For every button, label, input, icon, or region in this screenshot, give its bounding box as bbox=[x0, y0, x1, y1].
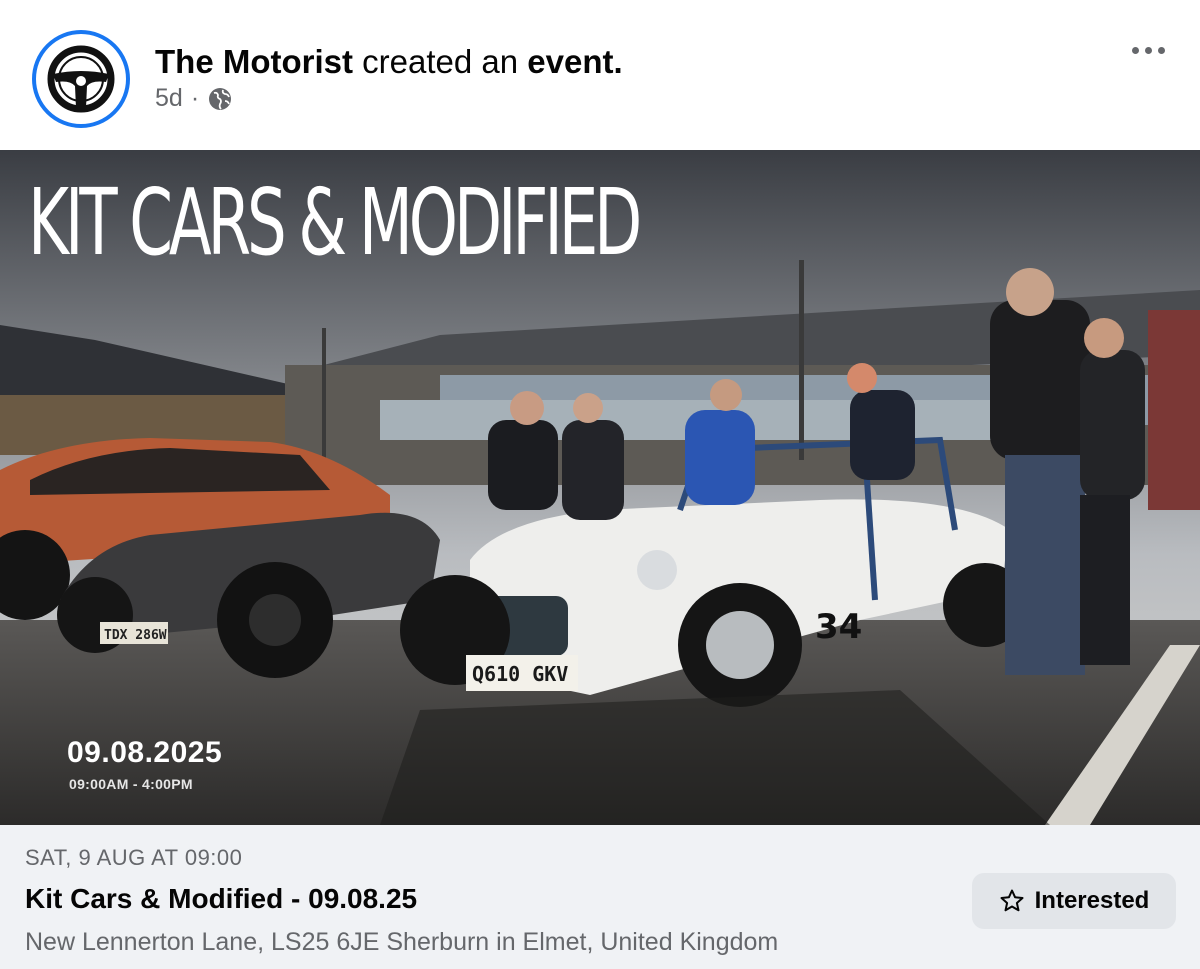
event-details-panel[interactable]: SAT, 9 AUG AT 09:00 Kit Cars & Modified … bbox=[0, 825, 1200, 969]
more-options-button[interactable] bbox=[1126, 38, 1170, 62]
post-headline: The Motorist created an event. bbox=[155, 42, 623, 82]
banner-hours: 09:00AM - 4:00PM bbox=[69, 776, 193, 792]
interested-button[interactable]: Interested bbox=[972, 873, 1176, 929]
post-meta: 5d · bbox=[155, 84, 233, 113]
interested-label: Interested bbox=[1034, 887, 1150, 914]
banner-title: KIT CARS & MODIFIED bbox=[28, 169, 642, 276]
page-avatar[interactable] bbox=[32, 30, 130, 128]
steering-wheel-icon bbox=[47, 45, 115, 113]
race-number: 34 bbox=[815, 607, 862, 647]
event-location: New Lennerton Lane, LS25 6JE Sherburn in… bbox=[25, 928, 779, 956]
post-header: The Motorist created an event. 5d · bbox=[0, 0, 1200, 150]
star-icon bbox=[1000, 889, 1024, 912]
author-name[interactable]: The Motorist bbox=[155, 43, 353, 80]
meta-separator: · bbox=[190, 84, 200, 112]
event-date: SAT, 9 AUG AT 09:00 bbox=[25, 845, 243, 870]
more-horizontal-icon bbox=[1131, 46, 1139, 54]
event-link-text[interactable]: event. bbox=[527, 43, 622, 80]
left-plate: TDX 286W bbox=[104, 628, 167, 643]
action-text: created an bbox=[362, 43, 519, 80]
globe-icon bbox=[209, 87, 232, 110]
event-cover-image[interactable]: TDX 286W Q610 GKV 34 KIT CARS & MODIFIED… bbox=[0, 150, 1200, 825]
banner-date: 09.08.2025 bbox=[67, 736, 223, 769]
right-plate: Q610 GKV bbox=[472, 662, 568, 686]
post-time[interactable]: 5d bbox=[155, 84, 183, 113]
event-name[interactable]: Kit Cars & Modified - 09.08.25 bbox=[25, 883, 417, 915]
